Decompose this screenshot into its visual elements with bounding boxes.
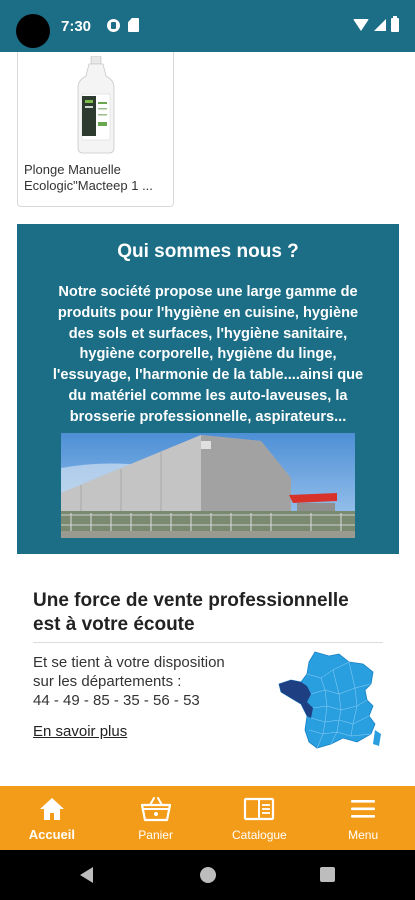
system-nav-bar	[0, 850, 415, 900]
camera-cutout	[16, 14, 50, 48]
nav-label-basket: Panier	[138, 828, 173, 842]
product-card[interactable]: Plonge Manuelle Ecologic"Macteep 1 ...	[17, 52, 174, 207]
about-text-line: Notre société propose une large gamme de	[58, 284, 358, 300]
product-name-line2: Ecologic"Macteep 1 ...	[24, 178, 153, 193]
france-map-image	[278, 651, 381, 749]
home-icon	[39, 798, 64, 820]
sales-title: Une force de vente professionnelle est à…	[33, 589, 383, 637]
basket-icon	[140, 797, 171, 822]
menu-icon	[351, 800, 376, 818]
sales-text-line1: Et se tient à votre disposition	[33, 654, 225, 671]
sales-text-line2: sur les départements :	[33, 673, 182, 690]
signal-icon	[374, 19, 386, 31]
warehouse-photo	[61, 433, 355, 538]
about-text-line: des sols et surfaces, l'hygiène sanitair…	[68, 325, 348, 342]
about-title: Qui sommes nous ?	[117, 241, 299, 262]
nav-label-catalogue: Catalogue	[232, 828, 287, 842]
back-icon[interactable]	[80, 867, 93, 883]
home-circle-icon[interactable]	[200, 867, 216, 883]
learn-more-link[interactable]: En savoir plus	[33, 723, 127, 740]
about-section: Qui sommes nous ? Notre société propose …	[17, 224, 399, 554]
departments-list: 44 - 49 - 85 - 35 - 56 - 53	[33, 692, 200, 709]
about-text-line: brosserie professionnelle, aspirateurs..…	[69, 408, 347, 425]
book-icon	[244, 797, 275, 821]
nav-item-basket[interactable]: Panier	[104, 786, 208, 850]
sales-text: Et se tient à votre disposition sur les …	[33, 653, 273, 710]
product-bottle-image	[77, 56, 115, 154]
product-name: Plonge Manuelle Ecologic"Macteep 1 ...	[24, 162, 172, 194]
about-text-line: du matériel comme les auto-laveuses, la	[68, 387, 348, 404]
nav-item-home[interactable]: Accueil	[0, 786, 104, 850]
battery-icon	[391, 16, 399, 32]
sales-title-line2: est à votre écoute	[33, 614, 195, 635]
nav-label-home: Accueil	[28, 827, 75, 842]
wifi-icon	[353, 19, 369, 31]
product-name-line1: Plonge Manuelle	[24, 162, 121, 177]
bottom-nav: Accueil Panier Catalogue Menu	[0, 786, 415, 850]
sales-title-line1: Une force de vente professionnelle	[33, 590, 349, 611]
about-text-line: hygiène corporelle, hygiène du linge,	[79, 346, 337, 363]
about-text: Notre société propose une large gamme de…	[31, 282, 385, 428]
status-time: 7:30	[61, 18, 92, 35]
about-text-line: produits pour l'hygiène en cuisine, hygi…	[57, 304, 359, 321]
about-text-line: l'essuyage, l'harmonie de la table....ai…	[52, 367, 364, 384]
status-bar: 7:30	[0, 0, 415, 52]
status-icons	[353, 16, 399, 34]
nav-item-menu[interactable]: Menu	[311, 786, 415, 850]
recent-apps-icon[interactable]	[320, 867, 335, 882]
sd-card-icon	[128, 18, 139, 32]
nav-item-catalogue[interactable]: Catalogue	[208, 786, 312, 850]
nav-label-menu: Menu	[348, 828, 379, 842]
notification-g-icon	[107, 19, 120, 32]
divider	[33, 642, 383, 643]
